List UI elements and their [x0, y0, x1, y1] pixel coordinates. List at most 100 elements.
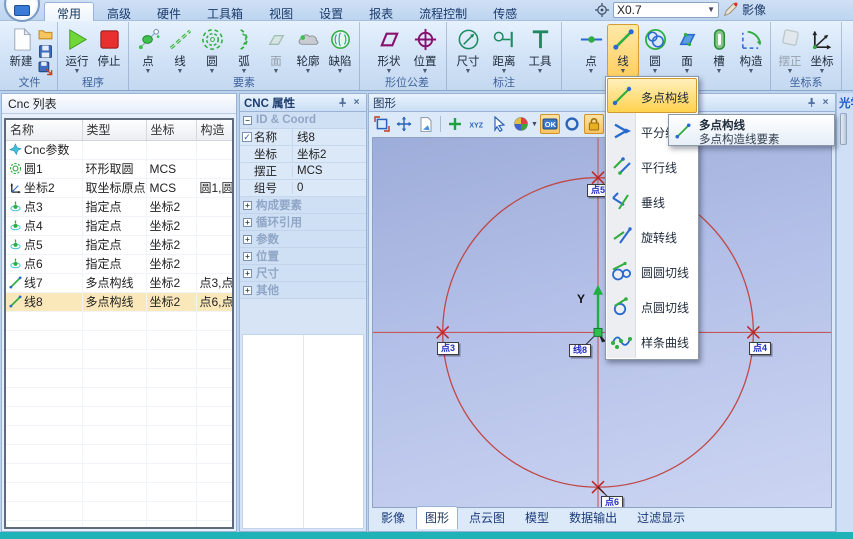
table-row-点5[interactable]: 点5指定点坐标2 [6, 235, 234, 254]
view-tab-点云图[interactable]: 点云图 [460, 506, 514, 529]
property-section-尺寸[interactable]: +尺寸 [240, 265, 366, 282]
property-section-构成要素[interactable]: +构成要素 [240, 197, 366, 214]
menu-item-旋转线[interactable]: 旋转线 [607, 218, 697, 253]
pin-icon[interactable] [337, 97, 348, 108]
magnification-select[interactable]: X0.7 ▼ [613, 2, 719, 18]
origin-feature-label[interactable]: 线8 [569, 344, 591, 357]
palette-icon[interactable] [511, 114, 531, 134]
chevron-down-icon[interactable]: ▼ [531, 121, 538, 128]
column-header-构造[interactable]: 构造 [196, 120, 234, 140]
menu-item-圆圆切线[interactable]: 圆圆切线 [607, 253, 697, 288]
zoom-extents-icon[interactable] [394, 114, 414, 134]
probe-pen-icon[interactable] [723, 2, 738, 17]
pin-icon[interactable] [806, 97, 817, 108]
property-row-名称[interactable]: ✓名称线8 [240, 129, 366, 146]
property-section-位置[interactable]: +位置 [240, 248, 366, 265]
property-section-其他[interactable]: +其他 [240, 282, 366, 299]
point-label-right[interactable]: 点4 [749, 342, 771, 355]
expand-icon[interactable]: + [243, 201, 252, 210]
ok-toggle-icon[interactable]: OK [540, 114, 560, 134]
ribbon-button-距离[interactable]: 距离▼ [486, 24, 522, 77]
ribbon-button-缺陷[interactable]: 缺陷▼ [324, 24, 356, 77]
view-tab-模型[interactable]: 模型 [516, 506, 558, 529]
ribbon-button-线[interactable]: 线▼ [607, 24, 639, 77]
property-row-组号[interactable]: 组号0 [240, 180, 366, 197]
view-tab-数据输出[interactable]: 数据输出 [560, 506, 626, 529]
expand-icon[interactable]: + [243, 269, 252, 278]
property-row-坐标[interactable]: 坐标坐标2 [240, 146, 366, 163]
ribbon-button-面[interactable]: 面▼ [260, 24, 292, 77]
table-row-点6[interactable]: 点6指定点坐标2 [6, 254, 234, 273]
ribbon-button-位置[interactable]: 位置▼ [407, 24, 443, 77]
splitter-handle[interactable] [840, 113, 847, 145]
ribbon-button-点[interactable]: 点▼ [132, 24, 164, 77]
expand-icon[interactable]: + [243, 235, 252, 244]
menu-item-垂线[interactable]: 垂线 [607, 183, 697, 218]
view-tab-影像[interactable]: 影像 [372, 506, 414, 529]
property-row-摆正[interactable]: 摆正MCS [240, 163, 366, 180]
table-row-Cnc参数[interactable]: Cnc参数 [6, 140, 234, 159]
property-value[interactable]: 线8 [292, 129, 366, 145]
point-label-left[interactable]: 点3 [437, 342, 459, 355]
optical-tab[interactable]: 光学 [839, 95, 853, 111]
checkbox-checked[interactable]: ✓ [242, 132, 252, 142]
ribbon-button-圆[interactable]: 圆▼ [639, 24, 671, 77]
ribbon-button-坐标[interactable]: 坐标▼ [806, 24, 838, 77]
table-row-圆1[interactable]: 圆1环形取圆MCS [6, 159, 234, 178]
table-row-坐标2[interactable]: 坐标2取坐标原点MCS圆1,圆1,... [6, 178, 234, 197]
expand-icon[interactable]: + [243, 252, 252, 261]
property-value[interactable]: 0 [292, 182, 366, 194]
table-row-点3[interactable]: 点3指定点坐标2 [6, 197, 234, 216]
fit-view-icon[interactable] [372, 114, 392, 134]
table-row-线8[interactable]: 线8多点构线坐标2点6,点5 [6, 292, 234, 311]
menu-item-平行线[interactable]: 平行线 [607, 148, 697, 183]
ribbon-button-新建[interactable]: 新建 [5, 24, 37, 77]
ribbon-button-线[interactable]: 线▼ [164, 24, 196, 77]
ribbon-button-点[interactable]: 点▼ [575, 24, 607, 77]
view-tab-图形[interactable]: 图形 [416, 506, 458, 529]
column-header-名称[interactable]: 名称 [6, 120, 82, 140]
crosshair-icon[interactable] [445, 114, 465, 134]
lock-toggle-icon[interactable] [584, 114, 604, 134]
property-value[interactable]: MCS [292, 165, 366, 177]
ribbon-button-停止[interactable]: 停止 [93, 24, 125, 77]
ribbon-button-圆[interactable]: 圆▼ [196, 24, 228, 77]
ribbon-button-尺寸[interactable]: 尺寸▼ [450, 24, 486, 77]
ribbon-button-轮廓[interactable]: 轮廓▼ [292, 24, 324, 77]
expand-icon[interactable]: + [243, 286, 252, 295]
cell-construct: 点6,点5 [196, 292, 234, 311]
ribbon-button-工具[interactable]: 工具▼ [522, 24, 558, 77]
property-value[interactable]: 坐标2 [292, 146, 366, 162]
ribbon-button-弧[interactable]: 弧▼ [228, 24, 260, 77]
circle-toggle-icon[interactable] [562, 114, 582, 134]
pointer-icon[interactable] [489, 114, 509, 134]
menu-item-多点构线[interactable]: 多点构线 [607, 78, 697, 113]
view-tab-过滤显示[interactable]: 过滤显示 [628, 506, 694, 529]
column-header-坐标[interactable]: 坐标 [146, 120, 196, 140]
column-header-类型[interactable]: 类型 [82, 120, 146, 140]
ribbon-button-槽[interactable]: 槽▼ [703, 24, 735, 77]
expand-icon[interactable]: + [243, 218, 252, 227]
property-section-ID & Coord[interactable]: −ID & Coord [240, 112, 366, 129]
ribbon-button-形状[interactable]: 形状▼ [371, 24, 407, 77]
ribbon-button-构造[interactable]: 构造▼ [735, 24, 767, 77]
menu-item-点圆切线[interactable]: 点圆切线 [607, 288, 697, 323]
open-folder-icon[interactable] [38, 27, 53, 42]
property-section-参数[interactable]: +参数 [240, 231, 366, 248]
collapse-icon[interactable]: − [243, 116, 252, 125]
table-row-线7[interactable]: 线7多点构线坐标2点3,点4 [6, 273, 234, 292]
menu-item-样条曲线[interactable]: 样条曲线 [607, 323, 697, 358]
context-tab-label[interactable]: 影像 [742, 1, 766, 18]
close-icon[interactable]: × [351, 97, 362, 108]
save-as-icon[interactable] [38, 61, 53, 76]
xyz-icon[interactable]: XYZ [467, 114, 487, 134]
ribbon-button-运行[interactable]: 运行▼ [61, 24, 93, 77]
save-icon[interactable] [38, 44, 53, 59]
property-section-循环引用[interactable]: +循环引用 [240, 214, 366, 231]
graphics-canvas[interactable]: Y 点5 点3 点4 点6 线8 [372, 137, 832, 508]
copy-view-icon[interactable] [416, 114, 436, 134]
close-icon[interactable]: × [820, 97, 831, 108]
table-row-点4[interactable]: 点4指定点坐标2 [6, 216, 234, 235]
ribbon-button-面[interactable]: 面▼ [671, 24, 703, 77]
ribbon-button-摆正[interactable]: 摆正▼ [774, 24, 806, 77]
